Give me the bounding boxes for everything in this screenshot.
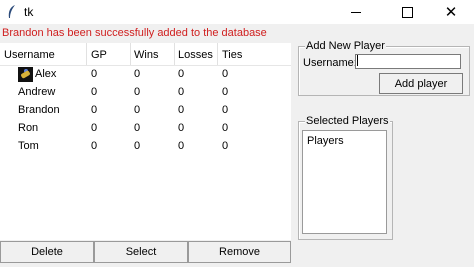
- cell-username: Brandon: [18, 104, 60, 116]
- players-table[interactable]: Username GP Wins Losses Ties Alex 0 0 0 …: [0, 43, 291, 240]
- title-bar: tk ✕: [0, 0, 474, 24]
- cell-ties: 0: [222, 104, 229, 116]
- list-item[interactable]: Players: [307, 135, 344, 147]
- column-separator[interactable]: [174, 43, 175, 65]
- minimize-icon: [351, 11, 361, 13]
- column-header-ties[interactable]: Ties: [222, 49, 242, 61]
- close-button[interactable]: ✕: [428, 0, 474, 24]
- column-header-gp[interactable]: GP: [91, 49, 107, 61]
- table-row[interactable]: Andrew 0 0 0 0: [0, 84, 291, 102]
- add-new-player-title: Add New Player: [305, 40, 386, 52]
- cell-wins: 0: [134, 122, 141, 134]
- cell-losses: 0: [178, 122, 185, 134]
- cell-wins: 0: [134, 68, 141, 80]
- text-caret: [357, 55, 358, 66]
- table-row[interactable]: Alex 0 0 0 0: [0, 66, 291, 84]
- select-button[interactable]: Select: [94, 241, 188, 263]
- username-label: Username:: [303, 57, 357, 69]
- selected-players-title: Selected Players: [305, 115, 390, 127]
- cell-ties: 0: [222, 140, 229, 152]
- window-title: tk: [24, 5, 34, 19]
- cell-ties: 0: [222, 68, 229, 80]
- table-row[interactable]: Ron 0 0 0 0: [0, 120, 291, 138]
- column-header-username[interactable]: Username: [4, 49, 55, 61]
- table-row[interactable]: Tom 0 0 0 0: [0, 138, 291, 156]
- feather-icon: [8, 5, 15, 18]
- cell-username: Alex: [35, 68, 57, 80]
- remove-button[interactable]: Remove: [188, 241, 291, 263]
- cell-ties: 0: [222, 86, 229, 98]
- cell-losses: 0: [178, 140, 185, 152]
- cell-username: Ron: [18, 122, 39, 134]
- cell-gp: 0: [91, 104, 98, 116]
- player-image-icon: [18, 67, 33, 82]
- cell-gp: 0: [91, 68, 98, 80]
- delete-button[interactable]: Delete: [0, 241, 94, 263]
- cell-losses: 0: [178, 104, 185, 116]
- cell-gp: 0: [91, 86, 98, 98]
- cell-gp: 0: [91, 122, 98, 134]
- close-icon: ✕: [444, 3, 458, 21]
- column-header-wins[interactable]: Wins: [134, 49, 158, 61]
- column-separator[interactable]: [130, 43, 131, 65]
- column-separator[interactable]: [217, 43, 218, 65]
- minimize-button[interactable]: [333, 0, 379, 24]
- column-separator[interactable]: [86, 43, 87, 65]
- selected-players-listbox[interactable]: Players: [302, 130, 387, 234]
- username-input[interactable]: [355, 54, 461, 69]
- maximize-button[interactable]: [384, 0, 430, 24]
- table-row[interactable]: Brandon 0 0 0 0: [0, 102, 291, 120]
- cell-username: Tom: [18, 140, 39, 152]
- cell-wins: 0: [134, 104, 141, 116]
- status-message: Brandon has been successfully added to t…: [2, 27, 267, 39]
- maximize-icon: [401, 6, 413, 18]
- table-header: Username GP Wins Losses Ties: [0, 43, 291, 66]
- cell-username: Andrew: [18, 86, 56, 98]
- selected-players-group: Selected Players Players: [298, 115, 393, 240]
- cell-ties: 0: [222, 122, 229, 134]
- column-header-losses[interactable]: Losses: [178, 49, 213, 61]
- cell-wins: 0: [134, 140, 141, 152]
- add-player-button[interactable]: Add player: [379, 73, 463, 94]
- cell-wins: 0: [134, 86, 141, 98]
- table-button-bar: Delete Select Remove: [0, 241, 291, 265]
- cell-gp: 0: [91, 140, 98, 152]
- cell-losses: 0: [178, 68, 185, 80]
- cell-losses: 0: [178, 86, 185, 98]
- add-new-player-group: Add New Player Username: Add player: [298, 40, 470, 96]
